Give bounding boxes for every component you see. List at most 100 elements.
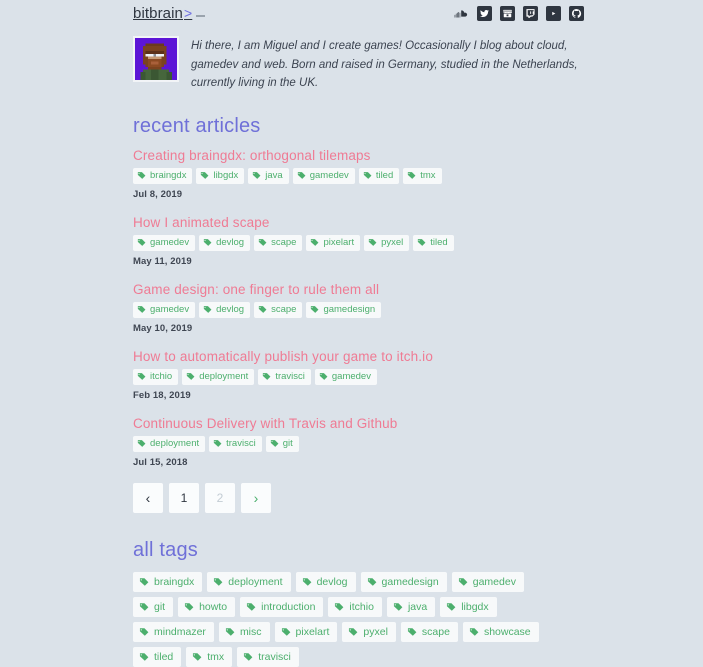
- all-tag-pill[interactable]: deployment: [207, 571, 291, 592]
- all-tag-pill[interactable]: java: [386, 596, 436, 617]
- tag-pill[interactable]: braingdx: [133, 167, 193, 184]
- all-tag-pill[interactable]: howto: [178, 596, 236, 617]
- article-title-link[interactable]: Game design: one finger to rule them all: [133, 282, 593, 297]
- tag-icon: [349, 628, 358, 636]
- tag-icon: [270, 440, 279, 448]
- itchio-icon[interactable]: [500, 5, 515, 21]
- tag-pill[interactable]: gamedev: [133, 234, 196, 251]
- all-tag-pill[interactable]: pixelart: [274, 621, 338, 642]
- all-tag-pill[interactable]: travisci: [237, 646, 299, 667]
- all-tag-pill[interactable]: libgdx: [440, 596, 497, 617]
- article-title-link[interactable]: How I animated scape: [133, 215, 593, 230]
- article-item: Continuous Delivery with Travis and Gith…: [133, 416, 593, 468]
- tag-pill[interactable]: git: [265, 435, 299, 452]
- article-title-link[interactable]: Creating braingdx: orthogonal tilemaps: [133, 148, 593, 163]
- all-tag-pill[interactable]: pyxel: [342, 621, 396, 642]
- tag-icon: [258, 239, 267, 247]
- tag-pill[interactable]: tiled: [413, 234, 454, 251]
- avatar-pixel-art: [135, 38, 177, 80]
- tag-label: scape: [271, 236, 297, 248]
- tag-pill[interactable]: gamedev: [314, 368, 377, 385]
- twitter-icon[interactable]: [477, 5, 492, 21]
- all-tag-pill[interactable]: gamedev: [451, 571, 524, 592]
- all-tag-pill[interactable]: tmx: [186, 646, 233, 667]
- github-icon[interactable]: [569, 5, 584, 21]
- all-tag-pill[interactable]: braingdx: [133, 571, 203, 592]
- soundcloud-icon[interactable]: [454, 6, 469, 21]
- tag-label: misc: [239, 625, 262, 638]
- content-container: bitbrain > Hi there, I am Miguel and I c…: [133, 0, 593, 667]
- tag-pill[interactable]: pyxel: [364, 234, 410, 251]
- tag-pill[interactable]: tiled: [358, 167, 400, 184]
- tag-label: gamedev: [331, 370, 371, 382]
- all-tag-pill[interactable]: git: [133, 596, 174, 617]
- tag-pill[interactable]: devlog: [199, 301, 251, 318]
- all-tag-pill[interactable]: itchio: [328, 596, 382, 617]
- bio-section: Hi there, I am Miguel and I create games…: [133, 36, 593, 93]
- tag-pill[interactable]: itchio: [133, 368, 179, 385]
- tag-pill[interactable]: deployment: [133, 435, 206, 452]
- article-title-link[interactable]: How to automatically publish your game t…: [133, 349, 593, 364]
- tag-pill[interactable]: deployment: [182, 368, 255, 385]
- tag-icon: [258, 306, 267, 314]
- tag-pill[interactable]: gamedev: [292, 167, 355, 184]
- tag-label: braingdx: [154, 575, 195, 588]
- tag-pill[interactable]: pixelart: [306, 234, 361, 251]
- tag-pill[interactable]: gamedesign: [306, 301, 382, 318]
- terminal-cursor-icon: [196, 14, 206, 17]
- tag-label: java: [265, 169, 283, 181]
- tag-icon: [139, 653, 149, 661]
- tag-icon: [458, 578, 468, 586]
- tag-pill[interactable]: devlog: [199, 234, 251, 251]
- tag-label: libgdx: [461, 600, 489, 613]
- tag-icon: [137, 306, 146, 314]
- articles-list: Creating braingdx: orthogonal tilemaps b…: [133, 148, 593, 468]
- tag-icon: [137, 440, 146, 448]
- tag-pill[interactable]: travisci: [209, 435, 262, 452]
- tag-label: git: [154, 600, 166, 613]
- tag-pill[interactable]: gamedev: [133, 301, 196, 318]
- youtube-icon[interactable]: [546, 5, 561, 21]
- tag-label: gamedev: [150, 303, 190, 315]
- tag-pill[interactable]: scape: [254, 234, 303, 251]
- all-tag-pill[interactable]: devlog: [295, 571, 356, 592]
- tag-icon: [203, 239, 212, 247]
- tag-pill[interactable]: travisci: [258, 368, 311, 385]
- tag-label: tiled: [375, 169, 394, 181]
- tag-pill[interactable]: scape: [254, 301, 303, 318]
- tag-label: showcase: [483, 625, 531, 638]
- all-tag-pill[interactable]: showcase: [462, 621, 539, 642]
- pagination-page-2-button[interactable]: 2: [205, 482, 235, 513]
- all-tag-pill[interactable]: scape: [400, 621, 458, 642]
- tag-pill[interactable]: libgdx: [196, 167, 245, 184]
- tag-icon: [139, 628, 149, 636]
- twitch-icon[interactable]: [523, 5, 538, 21]
- tag-icon: [137, 172, 146, 180]
- tag-icon: [393, 603, 403, 611]
- article-item: Game design: one finger to rule them all…: [133, 282, 593, 334]
- tag-icon: [193, 653, 202, 661]
- tag-pill[interactable]: java: [248, 167, 289, 184]
- chevron-right-icon: >: [184, 4, 193, 21]
- tag-icon: [368, 239, 377, 247]
- chevron-left-icon: ‹: [145, 489, 151, 506]
- pagination-prev-button[interactable]: ‹: [133, 482, 163, 513]
- site-brand-link[interactable]: bitbrain >: [133, 4, 206, 22]
- pagination-next-button[interactable]: ›: [241, 482, 271, 513]
- pagination-page-1-button[interactable]: 1: [169, 482, 199, 513]
- all-tag-pill[interactable]: gamedesign: [360, 571, 447, 592]
- tag-label: gamedev: [472, 575, 516, 588]
- all-tag-pill[interactable]: misc: [218, 621, 270, 642]
- article-title-link[interactable]: Continuous Delivery with Travis and Gith…: [133, 416, 593, 431]
- tag-label: howto: [199, 600, 228, 613]
- tag-pill[interactable]: tmx: [403, 167, 442, 184]
- all-tag-pill[interactable]: introduction: [240, 596, 324, 617]
- tag-label: itchio: [150, 370, 173, 382]
- article-item: Creating braingdx: orthogonal tilemaps b…: [133, 148, 593, 200]
- all-tag-pill[interactable]: tiled: [133, 646, 182, 667]
- tag-label: scape: [271, 303, 297, 315]
- avatar: [133, 36, 179, 82]
- all-tag-pill[interactable]: mindmazer: [133, 621, 214, 642]
- tag-label: deployment: [199, 370, 249, 382]
- tag-icon: [311, 239, 319, 247]
